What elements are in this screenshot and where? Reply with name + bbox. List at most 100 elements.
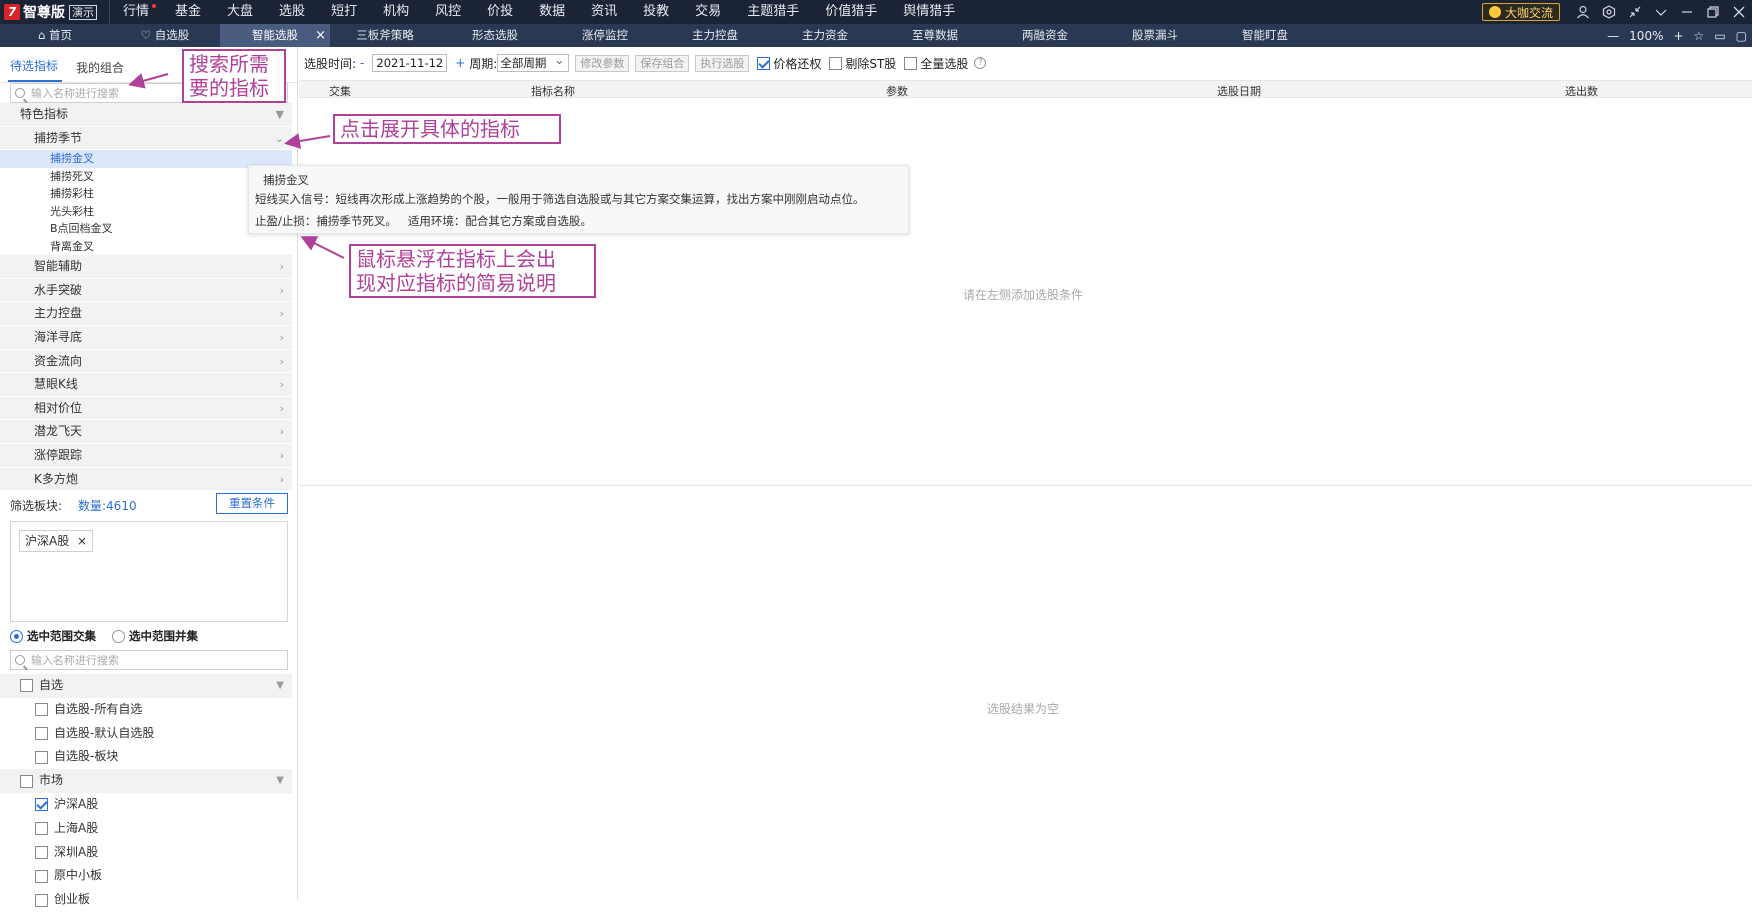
zoom-in-button[interactable]: +: [1668, 29, 1688, 43]
monitor-icon[interactable]: ▭: [1709, 29, 1730, 43]
tooltip-title: 捕捞金叉: [263, 173, 309, 187]
date-input[interactable]: 2021-11-12: [372, 54, 448, 72]
tab-item[interactable]: 两融资金: [990, 24, 1100, 47]
edit-params-button[interactable]: 修改参数: [575, 54, 630, 72]
tab-item[interactable]: ⌂ 首页: [0, 24, 110, 47]
tab-item[interactable]: 形态选股: [440, 24, 550, 47]
price-restore-toggle[interactable]: 价格还权: [757, 55, 821, 72]
tab-item[interactable]: 三板斧策略: [330, 24, 440, 47]
category-item[interactable]: 慧眼K线 ›: [0, 373, 292, 397]
group-market-checkbox[interactable]: [20, 774, 33, 788]
group-watchlist[interactable]: 自选 ▼: [0, 674, 292, 698]
chevron-down-icon[interactable]: [1648, 0, 1674, 24]
range-search-input[interactable]: 输入名称进行搜索: [10, 650, 288, 670]
tab-my-combos[interactable]: 我的组合: [74, 59, 128, 82]
star-icon[interactable]: ☆: [1689, 29, 1710, 43]
bigshot-chat-button[interactable]: 大咖交流: [1481, 3, 1560, 21]
exclude-st-toggle[interactable]: 剔除ST股: [829, 55, 896, 72]
minimize-icon[interactable]: [1674, 0, 1700, 24]
market-item[interactable]: 上海A股: [0, 817, 292, 841]
menu-item[interactable]: 选股: [266, 0, 318, 24]
watchlist-item[interactable]: 自选股-板块: [0, 745, 292, 769]
group-market-label: 市场: [39, 773, 64, 788]
menu-item[interactable]: 行情: [110, 0, 162, 24]
save-combo-button[interactable]: 保存组合: [635, 54, 690, 72]
tab-item[interactable]: 股票漏斗: [1100, 24, 1210, 47]
range-tree: 自选 ▼ 自选股-所有自选 自选股-默认自选股 自选股-板块 市场 ▼ 沪深A股 上海…: [0, 674, 292, 912]
subcategory-fishing-season[interactable]: 捕捞季节 ⌄: [0, 126, 292, 151]
menu-item[interactable]: 风控: [422, 0, 474, 24]
zoom-out-button[interactable]: —: [1602, 29, 1624, 43]
category-item[interactable]: 智能辅助 ›: [0, 255, 292, 279]
tab-item[interactable]: 智能盯盘: [1210, 24, 1320, 47]
exclude-st-checkbox[interactable]: [829, 56, 843, 70]
tab-candidate-indicators[interactable]: 待选指标: [8, 57, 63, 82]
menu-item[interactable]: 舆情猎手: [890, 0, 968, 24]
full-select-checkbox[interactable]: [904, 56, 918, 70]
category-item[interactable]: K多方炮 ›: [0, 467, 292, 492]
watchlist-item[interactable]: 自选股-所有自选: [0, 698, 292, 722]
period-select[interactable]: 全部周期: [497, 52, 570, 72]
tab-item[interactable]: 主力资金: [770, 24, 880, 47]
menu-item[interactable]: 机构: [370, 0, 422, 24]
tab-item[interactable]: ♡ 自选股: [110, 24, 220, 47]
market-checkbox[interactable]: [35, 798, 48, 812]
window-icon[interactable]: ▢: [1731, 29, 1752, 43]
tab-item[interactable]: 主力控盘: [660, 24, 770, 47]
demo-badge: 演示: [69, 4, 97, 20]
market-checkbox[interactable]: [35, 869, 48, 883]
indicator-item[interactable]: 背离金叉: [0, 237, 292, 256]
category-item[interactable]: 水手突破 ›: [0, 278, 292, 303]
menu-item[interactable]: 短打: [318, 0, 370, 24]
group-market[interactable]: 市场 ▼: [0, 769, 292, 793]
market-item[interactable]: 创业板: [0, 888, 292, 912]
restore-icon[interactable]: [1700, 0, 1726, 24]
category-item[interactable]: 涨停跟踪 ›: [0, 443, 292, 468]
close-icon[interactable]: [1726, 0, 1752, 24]
market-item[interactable]: 深圳A股: [0, 841, 292, 865]
radio-intersect[interactable]: [10, 629, 23, 643]
menu-item[interactable]: 交易: [682, 0, 734, 24]
category-special[interactable]: 特色指标 ▼: [0, 103, 292, 127]
date-prev-button[interactable]: -: [360, 56, 364, 70]
category-item[interactable]: 相对价位 ›: [0, 396, 292, 421]
market-checkbox[interactable]: [35, 845, 48, 859]
help-icon[interactable]: ?: [974, 57, 987, 69]
group-watchlist-checkbox[interactable]: [20, 679, 33, 693]
watchlist-item[interactable]: 自选股-默认自选股: [0, 722, 292, 746]
menu-item[interactable]: 投教: [630, 0, 682, 24]
menu-item[interactable]: 价投: [474, 0, 526, 24]
run-select-button[interactable]: 执行选股: [695, 54, 750, 72]
user-icon[interactable]: [1570, 0, 1596, 24]
menu-item[interactable]: 基金: [162, 0, 214, 24]
tab-item[interactable]: 至尊数据: [880, 24, 990, 47]
price-restore-checkbox[interactable]: [757, 56, 771, 70]
tab-item[interactable]: 涨停监控: [550, 24, 660, 47]
menu-item[interactable]: 资讯: [578, 0, 630, 24]
chip-close-icon[interactable]: ×: [77, 534, 87, 548]
reset-conditions-button[interactable]: 重置条件: [216, 493, 288, 514]
category-item[interactable]: 海洋寻底 ›: [0, 325, 292, 350]
tab-close-icon[interactable]: ×: [315, 24, 326, 47]
market-item[interactable]: 原中小板: [0, 864, 292, 888]
full-select-toggle[interactable]: 全量选股: [904, 55, 968, 72]
menu-item[interactable]: 主题猎手: [734, 0, 812, 24]
menu-item[interactable]: 数据: [526, 0, 578, 24]
radio-union[interactable]: [112, 629, 125, 643]
shrink-icon[interactable]: [1622, 0, 1648, 24]
date-next-button[interactable]: +: [455, 56, 465, 70]
category-item[interactable]: 资金流向 ›: [0, 349, 292, 374]
category-item[interactable]: 潜龙飞天 ›: [0, 420, 292, 444]
market-item[interactable]: 沪深A股: [0, 793, 292, 817]
market-checkbox[interactable]: [35, 893, 48, 907]
tab-item[interactable]: 智能选股 ×: [220, 24, 330, 47]
watchlist-checkbox[interactable]: [35, 750, 48, 764]
category-label: 涨停跟踪: [34, 447, 83, 462]
settings-icon[interactable]: [1596, 0, 1622, 24]
market-checkbox[interactable]: [35, 822, 48, 836]
category-item[interactable]: 主力控盘 ›: [0, 302, 292, 326]
watchlist-checkbox[interactable]: [35, 703, 48, 717]
watchlist-checkbox[interactable]: [35, 726, 48, 740]
menu-item[interactable]: 价值猎手: [812, 0, 890, 24]
menu-item[interactable]: 大盘: [214, 0, 266, 24]
